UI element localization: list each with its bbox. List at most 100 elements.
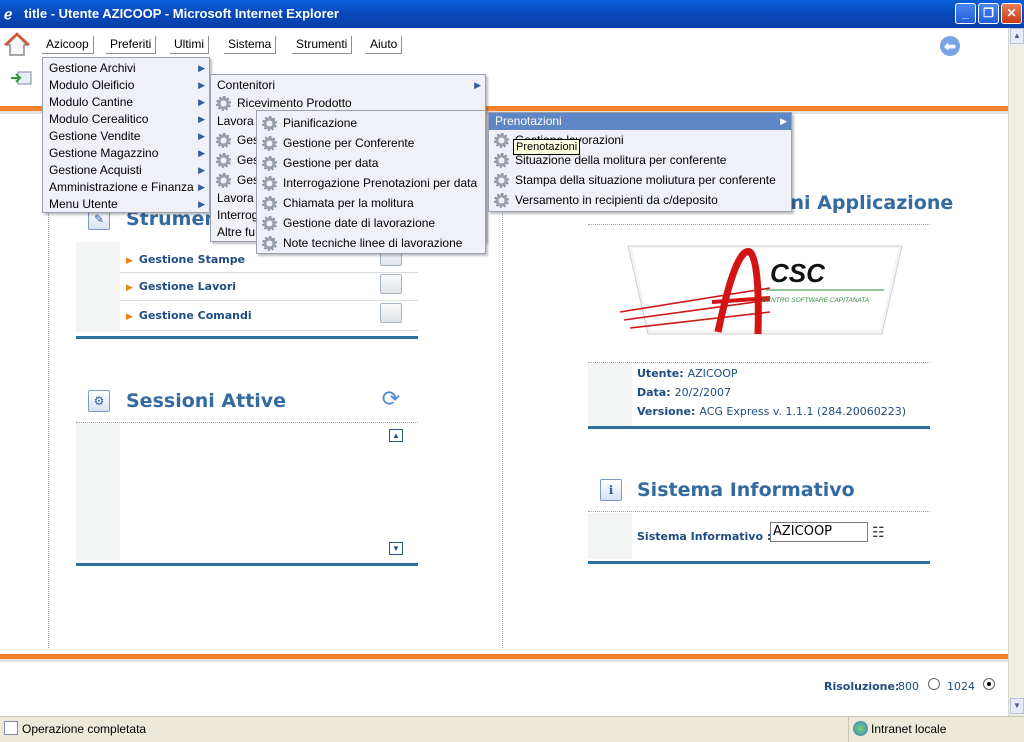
scroll-up-icon[interactable]: ▲ bbox=[1010, 28, 1024, 44]
menu-sistema[interactable]: Sistema bbox=[224, 36, 277, 54]
chevron-right-icon: ▶ bbox=[198, 182, 205, 192]
risoluzione-800-radio[interactable] bbox=[928, 678, 940, 690]
computer-icon[interactable] bbox=[380, 274, 402, 294]
gear-icon bbox=[216, 96, 231, 111]
data-value: 20/2/2007 bbox=[674, 386, 732, 399]
menu-item-stampa-situazione[interactable]: Stampa della situazione moliutura per co… bbox=[489, 172, 791, 189]
menu-item-gestione-archivi[interactable]: Gestione Archivi ▶ bbox=[43, 60, 209, 77]
sessioni-title: Sessioni Attive bbox=[126, 390, 287, 412]
sessioni-bottom-line bbox=[76, 563, 418, 566]
prenotazioni-tooltip: Prenotazioni bbox=[513, 139, 581, 155]
menu-item-modulo-oleificio[interactable]: Modulo Oleificio ▶ bbox=[43, 77, 209, 94]
chevron-right-icon: ▶ bbox=[198, 63, 205, 73]
menu-item-gestione-acquisti[interactable]: Gestione Acquisti ▶ bbox=[43, 162, 209, 179]
versione-value: ACG Express v. 1.1.1 (284.20060223) bbox=[699, 405, 907, 418]
menu-strumenti[interactable]: Strumenti bbox=[292, 36, 353, 54]
menu-item-gestione-magazzino[interactable]: Gestione Magazzino ▶ bbox=[43, 145, 209, 162]
gear-icon bbox=[494, 153, 509, 168]
home-icon[interactable] bbox=[4, 32, 30, 58]
risoluzione-label: Risoluzione: bbox=[824, 680, 900, 693]
sistema-label: Sistema Informativo : bbox=[637, 530, 772, 543]
versione-label: Versione: bbox=[637, 405, 696, 418]
gestione-stampe-link[interactable]: Gestione Stampe bbox=[126, 253, 245, 266]
utente-row: Utente: AZICOOP bbox=[637, 367, 738, 380]
back-arrow-icon[interactable]: ⬅ bbox=[940, 36, 960, 56]
row-separator bbox=[120, 330, 418, 331]
security-zone: Intranet locale bbox=[848, 717, 1024, 742]
versione-row: Versione: ACG Express v. 1.1.1 (284.20060… bbox=[637, 405, 906, 418]
info-bottom-line bbox=[588, 426, 930, 429]
sessioni-dotted-line bbox=[76, 422, 418, 423]
info-app-dotted-line bbox=[588, 224, 930, 225]
gear-icon bbox=[216, 153, 231, 168]
gestione-lavori-link[interactable]: Gestione Lavori bbox=[126, 280, 236, 293]
scroll-down-icon[interactable]: ▼ bbox=[1010, 698, 1024, 714]
data-label: Data: bbox=[637, 386, 671, 399]
menu-item-gestione-vendite[interactable]: Gestione Vendite ▶ bbox=[43, 128, 209, 145]
menu-item-prenotazioni[interactable]: Prenotazioni ▶ bbox=[489, 113, 791, 130]
gear-icon bbox=[494, 133, 509, 148]
menu-item-pianificazione[interactable]: Pianificazione bbox=[257, 115, 485, 132]
sessioni-scroll-up[interactable]: ▲ bbox=[389, 429, 403, 442]
row-separator bbox=[120, 300, 418, 301]
risoluzione-800-label: 800 bbox=[898, 680, 919, 693]
chevron-right-icon: ▶ bbox=[780, 116, 787, 126]
sessioni-scroll-down[interactable]: ▼ bbox=[389, 542, 403, 555]
menu-item-interrogazione-prenotazioni[interactable]: Interrogazione Prenotazioni per data bbox=[257, 175, 485, 192]
settings-list-icon[interactable]: ☷ bbox=[872, 524, 892, 540]
chevron-right-icon: ▶ bbox=[474, 80, 481, 90]
chevron-right-icon: ▶ bbox=[198, 114, 205, 124]
menu-azicoop[interactable]: Azicoop bbox=[42, 36, 94, 54]
ie-icon: ℯ bbox=[4, 6, 13, 22]
gear-icon bbox=[262, 176, 277, 191]
document-icon[interactable] bbox=[380, 303, 402, 323]
sistema-side-column bbox=[588, 513, 632, 559]
vertical-scrollbar[interactable]: ▲ ▼ bbox=[1008, 28, 1024, 716]
window-titlebar: ℯ title - Utente AZICOOP - Microsoft Int… bbox=[0, 0, 1024, 28]
zone-text: Intranet locale bbox=[871, 722, 947, 736]
strumenti-side-column bbox=[76, 242, 120, 332]
menu-item-contenitori[interactable]: Contenitori ▶ bbox=[211, 77, 485, 94]
gear-icon bbox=[262, 136, 277, 151]
menu-ultimi[interactable]: Ultimi bbox=[170, 36, 209, 54]
restore-button[interactable]: ❐ bbox=[978, 3, 999, 24]
menu-item-modulo-cantine[interactable]: Modulo Cantine ▶ bbox=[43, 94, 209, 111]
gear-icon bbox=[494, 193, 509, 208]
menu-item-gestione-date-lavorazione[interactable]: Gestione date di lavorazione bbox=[257, 215, 485, 232]
menu-item-note-tecniche[interactable]: Note tecniche linee di lavorazione bbox=[257, 235, 485, 252]
menu-item-chiamata-molitura[interactable]: Chiamata per la molitura bbox=[257, 195, 485, 212]
gear-icon bbox=[262, 196, 277, 211]
data-row: Data: 20/2/2007 bbox=[637, 386, 731, 399]
csc-logo: CSC CENTRO SOFTWARE CAPITANATA bbox=[620, 245, 903, 335]
logo-subtext: CENTRO SOFTWARE CAPITANATA bbox=[762, 297, 869, 304]
sistema-bottom-line bbox=[588, 561, 930, 564]
sistema-title: Sistema Informativo bbox=[637, 479, 855, 501]
menu-item-menu-utente[interactable]: Menu Utente ▶ bbox=[43, 196, 209, 213]
menu-item-versamento-recipienti[interactable]: Versamento in recipienti da c/deposito bbox=[489, 192, 791, 209]
sistema-informativo-input[interactable]: AZICOOP bbox=[770, 522, 868, 542]
menu-aiuto[interactable]: Aiuto bbox=[366, 36, 403, 54]
chevron-right-icon: ▶ bbox=[198, 131, 205, 141]
intranet-icon bbox=[853, 721, 868, 736]
sessioni-panel-icon: ⚙ bbox=[88, 390, 110, 412]
footer-grey-bar bbox=[0, 659, 1008, 662]
utente-label: Utente: bbox=[637, 367, 684, 380]
utente-value: AZICOOP bbox=[687, 367, 738, 380]
menu-item-amministrazione-finanza[interactable]: Amministrazione e Finanza ▶ bbox=[43, 179, 209, 196]
risoluzione-1024-radio[interactable] bbox=[983, 678, 995, 690]
chevron-right-icon: ▶ bbox=[198, 80, 205, 90]
menu-item-gestione-per-data[interactable]: Gestione per data bbox=[257, 155, 485, 172]
chevron-right-icon: ▶ bbox=[198, 165, 205, 175]
gear-icon bbox=[262, 236, 277, 251]
logout-icon[interactable] bbox=[10, 70, 32, 86]
refresh-icon[interactable]: ⟳ bbox=[378, 386, 404, 412]
menu-item-modulo-cerealitico[interactable]: Modulo Cerealitico ▶ bbox=[43, 111, 209, 128]
menu-item-gestione-per-conferente[interactable]: Gestione per Conferente bbox=[257, 135, 485, 152]
gear-icon bbox=[216, 133, 231, 148]
gear-icon bbox=[262, 156, 277, 171]
menu-preferiti[interactable]: Preferiti bbox=[106, 36, 157, 54]
minimize-button[interactable]: _ bbox=[955, 3, 976, 24]
page-icon bbox=[4, 721, 18, 735]
gestione-comandi-link[interactable]: Gestione Comandi bbox=[126, 309, 252, 322]
close-button[interactable]: ✕ bbox=[1001, 3, 1022, 24]
